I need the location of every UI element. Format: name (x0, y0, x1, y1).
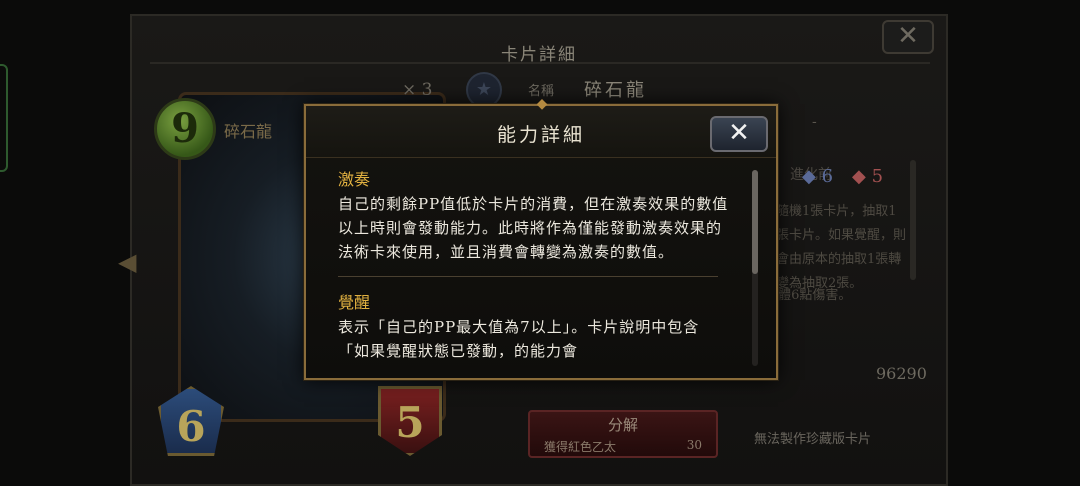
no-craft-notice: 無法製作珍藏版卡片 (754, 432, 872, 447)
keyword-description: 自己的剩餘PP值低於卡片的消費，但在激奏效果的數值以上時則會發動能力。此時將作為… (338, 195, 729, 261)
modal-body[interactable]: 激奏 自己的剩餘PP值低於卡片的消費，但在激奏效果的數值以上時則會發動能力。此時… (338, 168, 730, 364)
star-icon[interactable]: ★ (466, 72, 502, 108)
evolved-attack-value: 6 (821, 166, 834, 187)
evolved-defense-stat: ◆ 5 (852, 166, 884, 187)
card-count: × 3 (402, 80, 433, 100)
divider (338, 276, 718, 277)
dismantle-label: 分解 (607, 416, 638, 434)
keyword-description: 表示「自己的PP最大值為7以上」。卡片說明中包含「如果覺醒狀態已發動，的能力會 (338, 318, 700, 360)
card-id-number: 96290 (876, 364, 927, 383)
keyword-entry: 激奏 自己的剩餘PP值低於卡片的消費，但在激奏效果的數值以上時則會發動能力。此時… (338, 168, 730, 264)
description-scrollbar[interactable] (910, 160, 916, 280)
side-tab-handle[interactable] (0, 64, 8, 172)
ornament-icon: ◆ (536, 96, 548, 112)
modal-close-button[interactable]: ✕ (710, 116, 768, 152)
card-detail-close-button[interactable]: ✕ (882, 20, 934, 54)
divider (150, 62, 930, 64)
modal-scrollbar-thumb[interactable] (752, 170, 758, 274)
ability-detail-modal: ◆ 能力詳細 ✕ 激奏 自己的剩餘PP值低於卡片的消費，但在激奏效果的數值以上時… (304, 96, 778, 380)
modal-header: ◆ 能力詳細 ✕ (306, 96, 776, 158)
evolved-defense-value: 5 (871, 166, 884, 187)
dismantle-reward-amount: 30 (686, 438, 702, 452)
cost-gem: 9 (154, 98, 216, 160)
evolved-attack-stat: ◆ 6 (802, 166, 834, 187)
keyword-title: 覺醒 (338, 293, 371, 312)
keyword-title: 激奏 (338, 170, 371, 189)
dismantle-button[interactable]: 分解 獲得紅色乙太 30 (528, 410, 718, 458)
name-value: 碎石龍 (584, 80, 647, 101)
trait-value: - (812, 114, 817, 130)
ability-text-fragment: 隨機1張卡片，抽取1張卡片。如果覺醒，則會由原本的抽取1張轉變為抽取2張。 (776, 204, 907, 291)
dismantle-reward-label: 獲得紅色乙太 (544, 440, 617, 454)
modal-title: 能力詳細 (496, 124, 585, 146)
keyword-entry: 覺醒 表示「自己的PP最大值為7以上」。卡片說明中包含「如果覺醒狀態已發動，的能… (338, 291, 730, 363)
prev-arrow-icon[interactable]: ◀ (118, 248, 136, 276)
